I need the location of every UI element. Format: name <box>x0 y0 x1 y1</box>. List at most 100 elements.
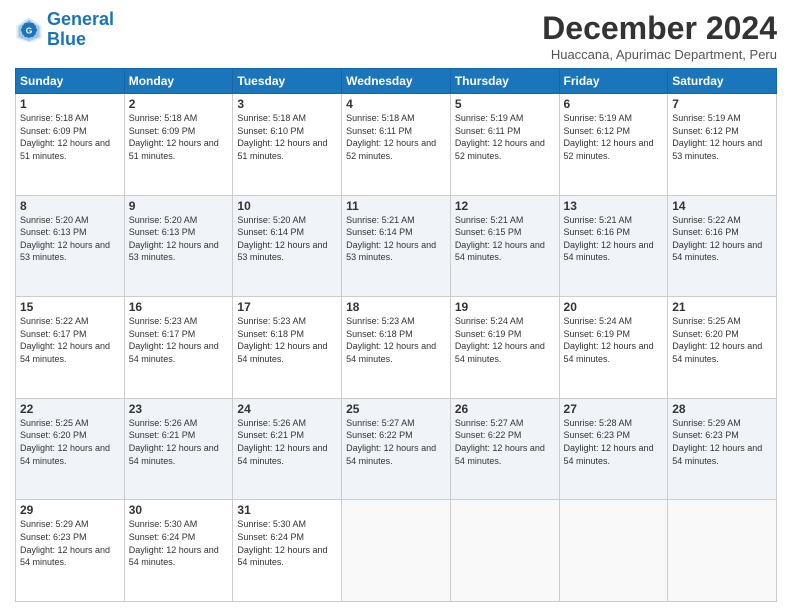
col-thursday: Thursday <box>450 69 559 94</box>
day-number: 4 <box>346 97 446 111</box>
table-cell: 26 Sunrise: 5:27 AMSunset: 6:22 PMDaylig… <box>450 398 559 500</box>
table-cell: 25 Sunrise: 5:27 AMSunset: 6:22 PMDaylig… <box>342 398 451 500</box>
table-row: 1 Sunrise: 5:18 AMSunset: 6:09 PMDayligh… <box>16 94 777 196</box>
col-saturday: Saturday <box>668 69 777 94</box>
day-info: Sunrise: 5:19 AMSunset: 6:11 PMDaylight:… <box>455 113 545 161</box>
day-info: Sunrise: 5:18 AMSunset: 6:09 PMDaylight:… <box>129 113 219 161</box>
svg-text:G: G <box>26 25 33 35</box>
title-section: December 2024 Huaccana, Apurimac Departm… <box>542 10 777 62</box>
day-number: 7 <box>672 97 772 111</box>
day-number: 22 <box>20 402 120 416</box>
day-info: Sunrise: 5:20 AMSunset: 6:13 PMDaylight:… <box>129 215 219 263</box>
day-number: 14 <box>672 199 772 213</box>
table-cell <box>668 500 777 602</box>
table-row: 8 Sunrise: 5:20 AMSunset: 6:13 PMDayligh… <box>16 195 777 297</box>
table-cell: 21 Sunrise: 5:25 AMSunset: 6:20 PMDaylig… <box>668 297 777 399</box>
table-cell: 8 Sunrise: 5:20 AMSunset: 6:13 PMDayligh… <box>16 195 125 297</box>
logo: G General Blue <box>15 10 114 50</box>
day-number: 8 <box>20 199 120 213</box>
day-number: 18 <box>346 300 446 314</box>
day-info: Sunrise: 5:26 AMSunset: 6:21 PMDaylight:… <box>237 418 327 466</box>
day-info: Sunrise: 5:22 AMSunset: 6:17 PMDaylight:… <box>20 316 110 364</box>
table-cell: 4 Sunrise: 5:18 AMSunset: 6:11 PMDayligh… <box>342 94 451 196</box>
day-info: Sunrise: 5:21 AMSunset: 6:16 PMDaylight:… <box>564 215 654 263</box>
table-cell: 22 Sunrise: 5:25 AMSunset: 6:20 PMDaylig… <box>16 398 125 500</box>
day-number: 27 <box>564 402 664 416</box>
table-row: 22 Sunrise: 5:25 AMSunset: 6:20 PMDaylig… <box>16 398 777 500</box>
day-info: Sunrise: 5:20 AMSunset: 6:13 PMDaylight:… <box>20 215 110 263</box>
header-row: Sunday Monday Tuesday Wednesday Thursday… <box>16 69 777 94</box>
day-info: Sunrise: 5:21 AMSunset: 6:14 PMDaylight:… <box>346 215 436 263</box>
day-number: 1 <box>20 97 120 111</box>
day-number: 19 <box>455 300 555 314</box>
day-info: Sunrise: 5:19 AMSunset: 6:12 PMDaylight:… <box>672 113 762 161</box>
table-cell: 3 Sunrise: 5:18 AMSunset: 6:10 PMDayligh… <box>233 94 342 196</box>
day-number: 28 <box>672 402 772 416</box>
day-number: 21 <box>672 300 772 314</box>
table-cell: 17 Sunrise: 5:23 AMSunset: 6:18 PMDaylig… <box>233 297 342 399</box>
table-cell: 11 Sunrise: 5:21 AMSunset: 6:14 PMDaylig… <box>342 195 451 297</box>
table-row: 15 Sunrise: 5:22 AMSunset: 6:17 PMDaylig… <box>16 297 777 399</box>
day-info: Sunrise: 5:28 AMSunset: 6:23 PMDaylight:… <box>564 418 654 466</box>
table-cell: 12 Sunrise: 5:21 AMSunset: 6:15 PMDaylig… <box>450 195 559 297</box>
day-number: 25 <box>346 402 446 416</box>
col-wednesday: Wednesday <box>342 69 451 94</box>
day-number: 15 <box>20 300 120 314</box>
day-number: 30 <box>129 503 229 517</box>
day-info: Sunrise: 5:30 AMSunset: 6:24 PMDaylight:… <box>129 519 219 567</box>
day-info: Sunrise: 5:22 AMSunset: 6:16 PMDaylight:… <box>672 215 762 263</box>
day-number: 23 <box>129 402 229 416</box>
day-number: 16 <box>129 300 229 314</box>
table-cell: 24 Sunrise: 5:26 AMSunset: 6:21 PMDaylig… <box>233 398 342 500</box>
table-cell: 19 Sunrise: 5:24 AMSunset: 6:19 PMDaylig… <box>450 297 559 399</box>
day-number: 11 <box>346 199 446 213</box>
day-number: 26 <box>455 402 555 416</box>
day-number: 9 <box>129 199 229 213</box>
day-number: 13 <box>564 199 664 213</box>
day-info: Sunrise: 5:26 AMSunset: 6:21 PMDaylight:… <box>129 418 219 466</box>
day-info: Sunrise: 5:24 AMSunset: 6:19 PMDaylight:… <box>564 316 654 364</box>
day-number: 12 <box>455 199 555 213</box>
table-row: 29 Sunrise: 5:29 AMSunset: 6:23 PMDaylig… <box>16 500 777 602</box>
table-cell: 27 Sunrise: 5:28 AMSunset: 6:23 PMDaylig… <box>559 398 668 500</box>
logo-line2: Blue <box>47 29 86 49</box>
table-cell: 31 Sunrise: 5:30 AMSunset: 6:24 PMDaylig… <box>233 500 342 602</box>
table-cell: 30 Sunrise: 5:30 AMSunset: 6:24 PMDaylig… <box>124 500 233 602</box>
day-info: Sunrise: 5:18 AMSunset: 6:11 PMDaylight:… <box>346 113 436 161</box>
table-cell: 18 Sunrise: 5:23 AMSunset: 6:18 PMDaylig… <box>342 297 451 399</box>
table-cell: 14 Sunrise: 5:22 AMSunset: 6:16 PMDaylig… <box>668 195 777 297</box>
table-cell <box>342 500 451 602</box>
logo-icon: G <box>15 16 43 44</box>
day-info: Sunrise: 5:23 AMSunset: 6:17 PMDaylight:… <box>129 316 219 364</box>
day-number: 6 <box>564 97 664 111</box>
table-cell: 2 Sunrise: 5:18 AMSunset: 6:09 PMDayligh… <box>124 94 233 196</box>
logo-line1: General <box>47 9 114 29</box>
day-info: Sunrise: 5:20 AMSunset: 6:14 PMDaylight:… <box>237 215 327 263</box>
col-sunday: Sunday <box>16 69 125 94</box>
calendar: Sunday Monday Tuesday Wednesday Thursday… <box>15 68 777 602</box>
table-cell: 5 Sunrise: 5:19 AMSunset: 6:11 PMDayligh… <box>450 94 559 196</box>
table-cell: 1 Sunrise: 5:18 AMSunset: 6:09 PMDayligh… <box>16 94 125 196</box>
day-info: Sunrise: 5:21 AMSunset: 6:15 PMDaylight:… <box>455 215 545 263</box>
day-number: 2 <box>129 97 229 111</box>
day-number: 5 <box>455 97 555 111</box>
col-tuesday: Tuesday <box>233 69 342 94</box>
day-number: 17 <box>237 300 337 314</box>
day-number: 24 <box>237 402 337 416</box>
table-cell: 16 Sunrise: 5:23 AMSunset: 6:17 PMDaylig… <box>124 297 233 399</box>
day-info: Sunrise: 5:18 AMSunset: 6:10 PMDaylight:… <box>237 113 327 161</box>
logo-text: General Blue <box>47 10 114 50</box>
col-monday: Monday <box>124 69 233 94</box>
table-cell: 7 Sunrise: 5:19 AMSunset: 6:12 PMDayligh… <box>668 94 777 196</box>
day-info: Sunrise: 5:24 AMSunset: 6:19 PMDaylight:… <box>455 316 545 364</box>
table-cell: 28 Sunrise: 5:29 AMSunset: 6:23 PMDaylig… <box>668 398 777 500</box>
day-number: 3 <box>237 97 337 111</box>
table-cell: 20 Sunrise: 5:24 AMSunset: 6:19 PMDaylig… <box>559 297 668 399</box>
table-cell: 13 Sunrise: 5:21 AMSunset: 6:16 PMDaylig… <box>559 195 668 297</box>
col-friday: Friday <box>559 69 668 94</box>
table-cell: 6 Sunrise: 5:19 AMSunset: 6:12 PMDayligh… <box>559 94 668 196</box>
table-cell: 10 Sunrise: 5:20 AMSunset: 6:14 PMDaylig… <box>233 195 342 297</box>
page: G General Blue December 2024 Huaccana, A… <box>0 0 792 612</box>
table-cell: 15 Sunrise: 5:22 AMSunset: 6:17 PMDaylig… <box>16 297 125 399</box>
day-number: 20 <box>564 300 664 314</box>
